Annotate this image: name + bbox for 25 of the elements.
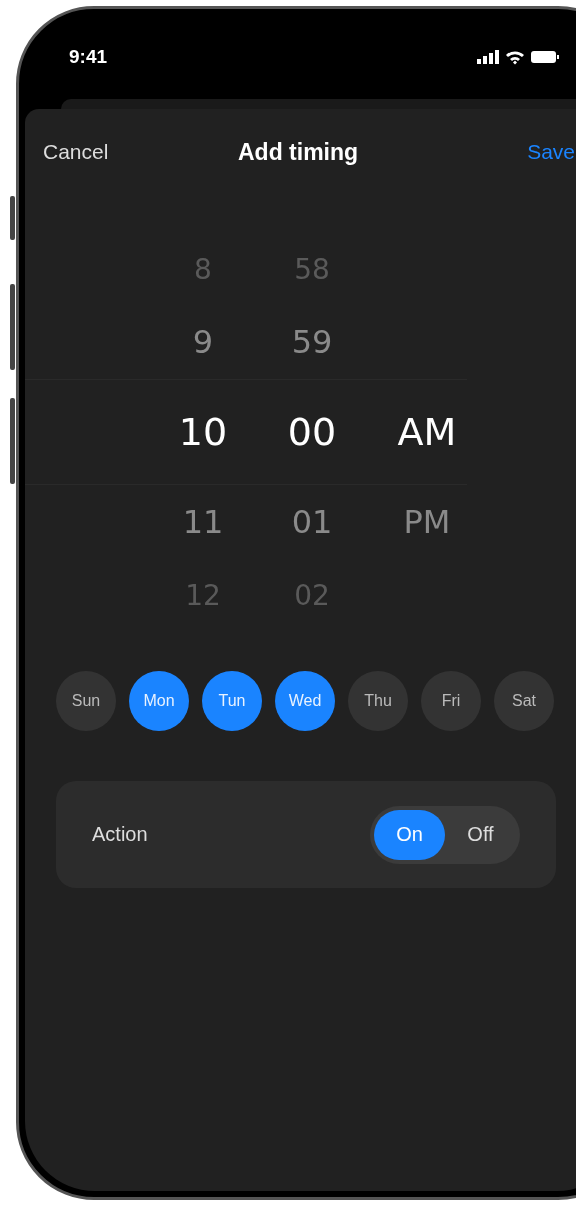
weekday-toggle[interactable]: Fri <box>421 671 481 731</box>
wifi-icon <box>505 49 525 65</box>
picker-value[interactable]: 00 <box>287 410 337 454</box>
screen-title: Add timing <box>238 138 359 166</box>
cancel-button[interactable]: Cancel <box>43 140 109 164</box>
picker-value[interactable]: 10 <box>178 410 228 454</box>
weekday-toggle[interactable]: Wed <box>275 671 335 731</box>
save-button[interactable]: Save <box>527 140 575 164</box>
weekday-toggle[interactable]: Sat <box>494 671 554 731</box>
picker-value[interactable]: PM <box>403 503 451 541</box>
signal-icon <box>477 50 499 64</box>
picker-value[interactable]: AM <box>397 410 457 454</box>
picker-value[interactable]: 01 <box>291 503 333 541</box>
switch-option[interactable]: On <box>374 809 445 860</box>
weekday-toggle[interactable]: Sun <box>56 671 116 731</box>
switch-option[interactable]: Off <box>445 809 516 860</box>
battery-icon <box>531 50 559 64</box>
status-time: 9:41 <box>69 46 108 68</box>
picker-value[interactable]: 9 <box>192 323 214 361</box>
weekday-toggle[interactable]: Thu <box>348 671 408 731</box>
picker-value[interactable]: 11 <box>182 503 224 541</box>
action-label: Action <box>92 823 148 846</box>
weekday-toggle[interactable]: Mon <box>129 671 189 731</box>
weekday-toggle[interactable]: Tun <box>202 671 262 731</box>
picker-value[interactable]: 59 <box>291 323 333 361</box>
